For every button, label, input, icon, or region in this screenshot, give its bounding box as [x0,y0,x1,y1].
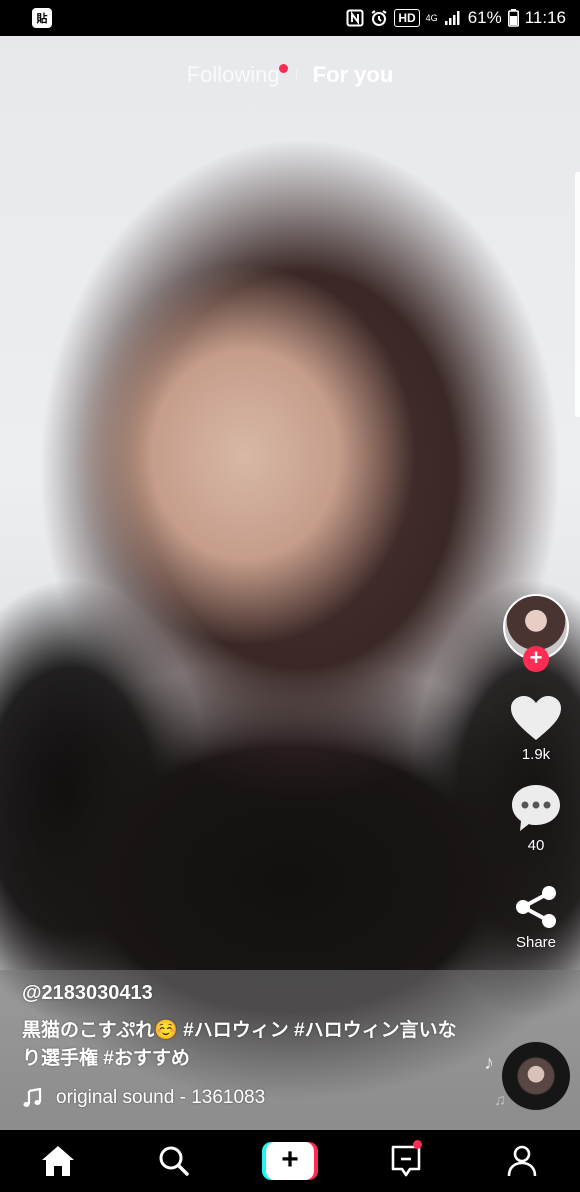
alarm-icon [370,9,388,27]
status-bar: 貼 HD 4G 61% 11:16 [0,0,580,36]
network-type-icon: 4G [425,12,438,23]
tab-for-you[interactable]: For you [313,62,394,88]
share-button[interactable]: Share [512,884,560,951]
hd-voice-icon: HD [394,9,420,27]
comment-count: 40 [527,837,545,854]
status-icons: HD 4G 61% 11:16 [346,8,566,28]
inbox-notification-dot [413,1140,422,1149]
sound-cover [518,1058,554,1094]
profile-icon [507,1145,537,1177]
nav-profile[interactable] [492,1145,552,1177]
clock: 11:16 [524,8,566,27]
floating-note-icon: ♪ [484,1052,494,1074]
tab-following[interactable]: Following [187,62,288,88]
following-notification-dot [278,64,288,73]
tab-divider [295,69,297,81]
like-button[interactable]: 1.9k [509,694,563,763]
nav-create[interactable]: + [260,1142,320,1180]
sound-row[interactable]: original sound - 1361083 [22,1087,462,1109]
share-icon [516,886,556,928]
battery-icon [507,9,519,27]
home-icon [42,1146,74,1176]
follow-button[interactable]: + [523,646,549,672]
creator-username[interactable]: @2183030413 [22,982,462,1005]
plus-icon: + [266,1142,314,1180]
nav-inbox[interactable] [376,1140,436,1178]
music-note-icon [23,1088,42,1107]
nav-discover[interactable] [144,1145,204,1177]
bottom-nav: + [0,1130,580,1192]
comment-icon [512,785,560,831]
nav-home[interactable] [28,1144,88,1178]
video-caption: @2183030413 黒猫のこすぷれ☺️ #ハロウィン #ハロウィン言いなり選… [22,982,462,1109]
heart-icon [511,696,561,740]
create-button[interactable]: + [262,1142,318,1180]
app-notification-icon: 貼 [32,8,52,28]
creator-avatar[interactable]: + [503,594,569,672]
feed-tabs: Following For you [0,62,580,88]
share-label: Share [515,934,557,951]
sound-title[interactable]: original sound - 1361083 [56,1087,306,1109]
nfc-icon [346,9,364,27]
sound-disc[interactable] [502,1042,570,1110]
comment-button[interactable]: 40 [510,783,562,854]
inbox-icon [391,1145,421,1177]
action-rail: + 1.9k 40 Share [500,594,572,951]
battery-percent: 61% [467,8,502,27]
like-count: 1.9k [521,746,551,763]
search-icon [159,1146,189,1176]
edge-panel-handle[interactable] [575,172,580,417]
floating-note-icon: ♫ [494,1092,506,1109]
video-description[interactable]: 黒猫のこすぷれ☺️ #ハロウィン #ハロウィン言いなり選手権 #おすすめ [22,1017,462,1073]
signal-icon [444,10,462,26]
